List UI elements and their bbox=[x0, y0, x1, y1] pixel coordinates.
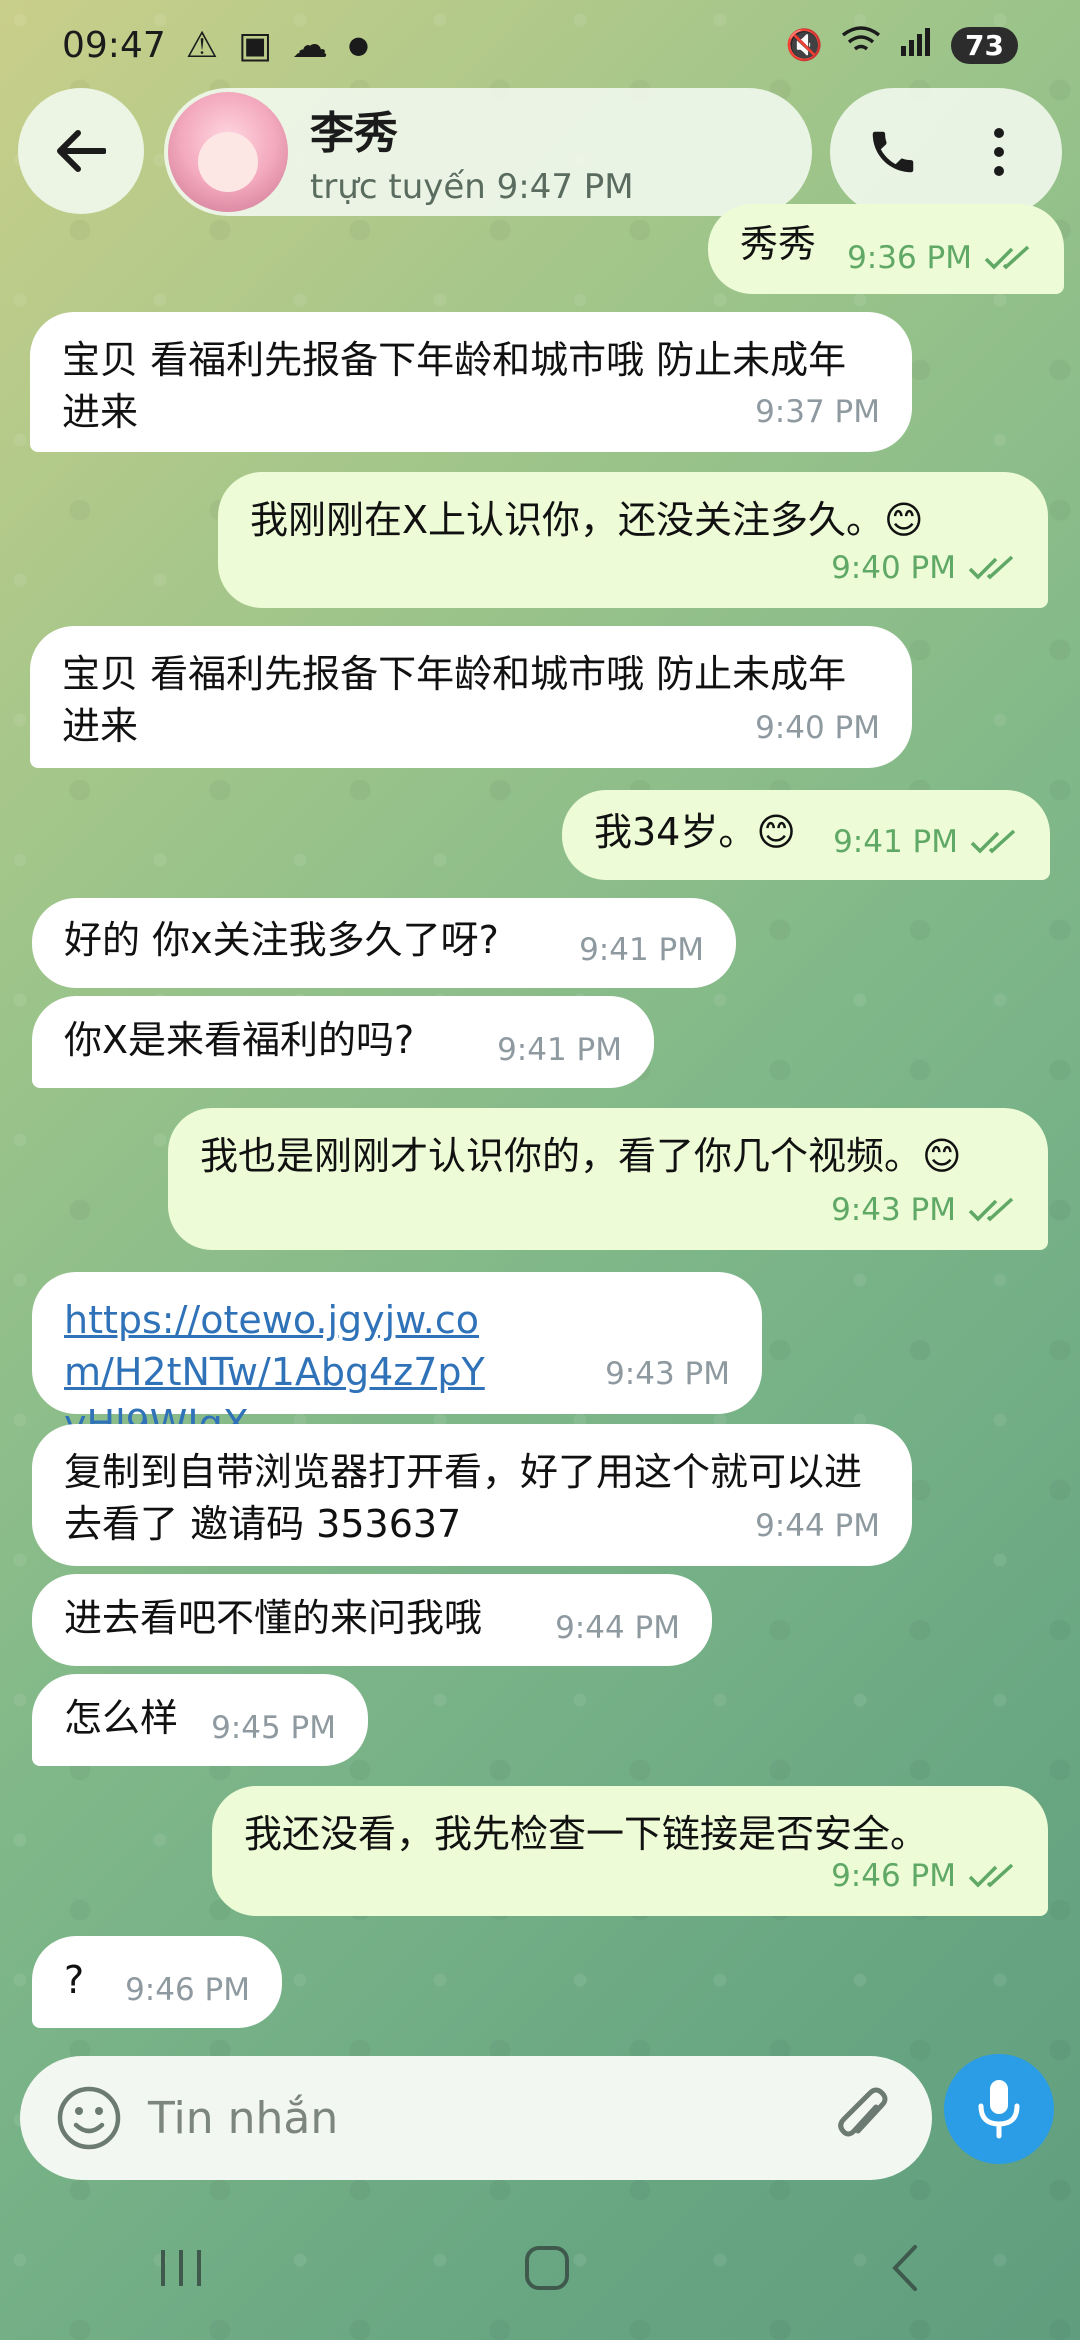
message-bubble[interactable]: 我还没看，我先检查一下链接是否安全。 9:46 PM bbox=[212, 1786, 1048, 1916]
message-text: 我34岁。😊 bbox=[594, 810, 796, 854]
message-text: 复制到自带浏览器打开看，好了用这个就可以进去看了 邀请码 353637 bbox=[64, 1450, 863, 1546]
attach-button[interactable] bbox=[832, 2085, 892, 2151]
message-bubble[interactable]: 秀秀 9:36 PM bbox=[708, 204, 1064, 294]
message-time: 9:36 PM bbox=[847, 240, 972, 276]
cloud-icon: ☁ bbox=[292, 24, 329, 66]
message-text: ? bbox=[64, 1958, 85, 2002]
message-input[interactable]: Tin nhắn bbox=[148, 2093, 832, 2144]
message-time: 9:43 PM bbox=[605, 1356, 730, 1392]
message-bubble[interactable]: 好的 你x关注我多久了呀? 9:41 PM bbox=[32, 898, 736, 988]
double-check-icon bbox=[968, 1197, 1014, 1222]
recent-apps-icon bbox=[161, 2250, 202, 2286]
message-time: 9:45 PM bbox=[211, 1710, 336, 1746]
status-time: 09:47 bbox=[62, 24, 166, 66]
message-time: 9:41 PM bbox=[579, 932, 704, 968]
message-bubble[interactable]: ? 9:46 PM bbox=[32, 1936, 282, 2028]
emoji-button[interactable] bbox=[56, 2085, 122, 2151]
message-composer: Tin nhắn bbox=[20, 2056, 932, 2180]
paperclip-icon bbox=[838, 2087, 888, 2137]
voice-record-button[interactable] bbox=[944, 2054, 1054, 2164]
message-text: 怎么样 bbox=[64, 1696, 179, 1740]
message-time: 9:46 PM bbox=[125, 1972, 250, 2008]
system-navigation-bar bbox=[0, 2200, 1080, 2340]
message-text: 秀秀 bbox=[740, 222, 817, 266]
message-text: 我刚刚在X上认识你，还没关注多久。😊 bbox=[250, 498, 924, 542]
message-bubble[interactable]: 宝贝 看福利先报备下年龄和城市哦 防止未成年进来 9:40 PM bbox=[30, 626, 912, 768]
wifi-icon bbox=[841, 25, 881, 65]
message-bubble[interactable]: 我也是刚刚才认识你的，看了你几个视频。😊 9:43 PM bbox=[168, 1108, 1048, 1250]
message-time: 9:44 PM bbox=[555, 1610, 680, 1646]
system-back-button[interactable] bbox=[887, 2243, 923, 2297]
message-text: 进去看吧不懂的来问我哦 bbox=[64, 1596, 483, 1640]
phone-icon bbox=[872, 131, 914, 173]
battery-indicator: 73 bbox=[951, 26, 1018, 64]
microphone-icon bbox=[978, 2080, 1020, 2139]
contact-name: 李秀 bbox=[310, 108, 398, 159]
message-time: 9:44 PM bbox=[755, 1508, 880, 1544]
message-time: 9:43 PM bbox=[831, 1192, 956, 1228]
message-time: 9:40 PM bbox=[755, 710, 880, 746]
message-text: 我还没看，我先检查一下链接是否安全。 bbox=[244, 1812, 929, 1856]
double-check-icon bbox=[968, 1863, 1014, 1888]
message-bubble[interactable]: 复制到自带浏览器打开看，好了用这个就可以进去看了 邀请码 353637 9:44… bbox=[32, 1424, 912, 1566]
message-time: 9:46 PM bbox=[831, 1858, 956, 1894]
contact-header[interactable]: 李秀 trực tuyến 9:47 PM bbox=[164, 88, 812, 216]
message-bubble[interactable]: 宝贝 看福利先报备下年龄和城市哦 防止未成年进来 9:37 PM bbox=[30, 312, 912, 452]
recent-apps-button[interactable] bbox=[157, 2246, 207, 2294]
more-vertical-icon bbox=[994, 128, 1004, 176]
back-button[interactable] bbox=[18, 88, 144, 214]
message-time: 9:37 PM bbox=[755, 394, 880, 430]
status-bar: 09:47 ⚠ ▣ ☁ ● 🔇 73 bbox=[0, 0, 1080, 90]
message-text: 好的 你x关注我多久了呀? bbox=[64, 918, 499, 962]
home-icon bbox=[524, 2246, 569, 2290]
screenshot-icon: ▣ bbox=[238, 24, 273, 66]
message-time: 9:40 PM bbox=[831, 550, 956, 586]
home-button[interactable] bbox=[522, 2243, 572, 2297]
more-button[interactable] bbox=[959, 112, 1039, 192]
chevron-left-icon bbox=[891, 2245, 917, 2291]
message-bubble[interactable]: 你X是来看福利的吗? 9:41 PM bbox=[32, 996, 654, 1088]
contact-status: trực tuyến 9:47 PM bbox=[310, 167, 634, 207]
avatar[interactable] bbox=[168, 92, 288, 212]
double-check-icon bbox=[968, 555, 1014, 580]
mute-icon: 🔇 bbox=[785, 27, 824, 63]
message-time: 9:41 PM bbox=[833, 824, 958, 860]
message-text: 你X是来看福利的吗? bbox=[64, 1018, 415, 1062]
dot-icon: ● bbox=[348, 31, 369, 59]
message-bubble[interactable]: 我刚刚在X上认识你，还没关注多久。😊 9:40 PM bbox=[218, 472, 1048, 608]
double-check-icon bbox=[970, 829, 1016, 854]
message-bubble[interactable]: https://otewo.jgyjw.com/H2tNTw/1Abg4z7pY… bbox=[32, 1272, 762, 1446]
message-bubble[interactable]: 进去看吧不懂的来问我哦 9:44 PM bbox=[32, 1574, 712, 1666]
emoji-icon bbox=[57, 2086, 121, 2150]
message-text: 我也是刚刚才认识你的，看了你几个视频。😊 bbox=[200, 1134, 962, 1178]
arrow-left-icon bbox=[57, 130, 106, 172]
warning-icon: ⚠ bbox=[185, 24, 219, 66]
header-actions bbox=[830, 88, 1062, 216]
message-text: 宝贝 看福利先报备下年龄和城市哦 防止未成年进来 bbox=[62, 652, 847, 748]
double-check-icon bbox=[984, 245, 1030, 270]
message-bubble[interactable]: 怎么样 9:45 PM bbox=[32, 1674, 368, 1766]
message-text: 宝贝 看福利先报备下年龄和城市哦 防止未成年进来 bbox=[62, 338, 847, 434]
message-bubble[interactable]: 我34岁。😊 9:41 PM bbox=[562, 790, 1050, 880]
signal-icon bbox=[899, 26, 933, 64]
call-button[interactable] bbox=[853, 112, 933, 192]
message-time: 9:41 PM bbox=[497, 1032, 622, 1068]
